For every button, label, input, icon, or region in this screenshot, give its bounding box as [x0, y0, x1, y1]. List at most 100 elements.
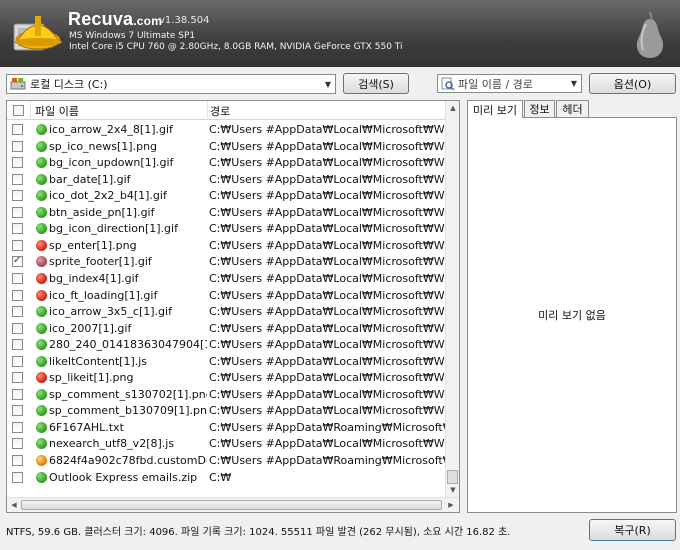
table-row[interactable]: sp_enter[1].png C:₩Users #AppData₩Local₩M… — [7, 237, 445, 254]
file-name: ico_arrow_3x5_c[1].gif — [49, 305, 172, 319]
table-row[interactable]: sprite_footer[1].gif C:₩Users #AppData₩Lo… — [7, 253, 445, 270]
row-checkbox[interactable] — [12, 289, 23, 301]
table-row[interactable]: bg_icon_direction[1].gif C:₩Users #AppDat… — [7, 220, 445, 237]
row-checkbox[interactable] — [12, 124, 23, 135]
recovery-state-icon — [36, 190, 47, 202]
row-checkbox[interactable] — [12, 355, 23, 367]
filter-input[interactable]: 파일 이름 / 경로 — [458, 76, 567, 92]
recovery-state-icon — [36, 339, 47, 351]
table-row[interactable]: bg_index4[1].gif C:₩Users #AppData₩Local₩… — [7, 270, 445, 287]
scroll-up-icon[interactable]: ▲ — [446, 101, 460, 115]
table-row[interactable]: ico_arrow_2x4_8[1].gif C:₩Users #AppData₩… — [7, 121, 445, 138]
row-checkbox[interactable] — [12, 239, 23, 251]
table-row[interactable]: sp_likeit[1].png C:₩Users #AppData₩Local₩… — [7, 369, 445, 386]
recover-button[interactable]: 복구(R) — [589, 519, 676, 541]
select-all-checkbox[interactable] — [13, 105, 24, 116]
table-row[interactable]: likeItContent[1].js C:₩Users #AppData₩Loc… — [7, 353, 445, 370]
file-name: sp_enter[1].png — [49, 238, 137, 252]
chevron-down-icon[interactable]: ▼ — [321, 75, 335, 93]
recovery-state-icon — [36, 157, 47, 169]
file-path: C:₩Users #AppData₩Local₩Microsoft₩Windo — [209, 404, 445, 418]
file-path: C:₩Users #AppData₩Roaming₩Microsoft₩Wi — [209, 420, 445, 434]
file-name: bg_index4[1].gif — [49, 271, 139, 285]
row-checkbox[interactable] — [12, 471, 23, 483]
recovery-state-icon — [36, 272, 47, 284]
row-checkbox[interactable] — [12, 272, 23, 284]
table-row[interactable]: 280_240_01418363047904[1]...C:₩Users #Ap… — [7, 336, 445, 353]
scan-button[interactable]: 검색(S) — [343, 73, 409, 94]
col-header-name[interactable]: 파일 이름 — [31, 101, 208, 120]
tab-preview[interactable]: 미리 보기 — [467, 100, 523, 118]
file-path: C:₩Users #AppData₩Local₩Microsoft₩Windo — [209, 123, 445, 136]
file-path: C:₩Users #AppData₩Local₩Microsoft₩Windo — [209, 156, 445, 170]
file-path: C:₩Users #AppData₩Local₩Microsoft₩Windo — [209, 354, 445, 368]
row-checkbox[interactable] — [12, 322, 23, 334]
options-button[interactable]: 옵션(O) — [589, 73, 676, 94]
file-name: bg_icon_updown[1].gif — [49, 156, 174, 170]
os-info: MS Windows 7 Ultimate SP1 — [69, 31, 196, 41]
scrollbar-thumb[interactable] — [447, 470, 458, 484]
table-row[interactable]: 6F167AHL.txt C:₩Users #AppData₩Roaming₩Mi… — [7, 419, 445, 436]
row-checkbox[interactable] — [12, 306, 23, 318]
row-checkbox[interactable] — [12, 157, 23, 169]
vertical-scrollbar[interactable]: ▲ ▼ — [445, 101, 459, 497]
row-checkbox[interactable] — [12, 455, 23, 466]
no-preview-text: 미리 보기 없음 — [538, 309, 606, 322]
recovery-state-icon — [36, 438, 47, 450]
row-checkbox[interactable] — [12, 438, 23, 450]
table-row[interactable]: nexearch_utf8_v2[8].js C:₩Users #AppData₩… — [7, 435, 445, 452]
table-row[interactable]: bar_date[1].gif C:₩Users #AppData₩Local₩M… — [7, 171, 445, 188]
file-path: C:₩Users #AppData₩Local₩Microsoft₩Windo — [209, 189, 445, 203]
row-checkbox[interactable] — [12, 190, 23, 202]
row-checkbox[interactable] — [12, 173, 23, 185]
file-name: sp_comment_b130709[1].png — [49, 404, 207, 418]
app-name-text: Recuva — [68, 9, 134, 29]
table-row[interactable]: ico_dot_2x2_b4[1].gif C:₩Users #AppData₩L… — [7, 187, 445, 204]
file-path: C:₩Users #AppData₩Local₩Microsoft₩Windo — [209, 222, 445, 236]
row-checkbox[interactable] — [12, 372, 23, 384]
row-checkbox[interactable] — [12, 255, 23, 268]
row-checkbox[interactable] — [12, 388, 23, 400]
scroll-left-icon[interactable]: ◀ — [7, 498, 21, 512]
recovery-state-icon — [36, 306, 47, 318]
file-name: sp_ico_news[1].png — [49, 139, 158, 153]
table-row[interactable]: 6824f4a902c78fbd.customDes...C:₩Users #A… — [7, 452, 445, 469]
file-path: C:₩Users #AppData₩Local₩Microsoft₩Windo — [209, 437, 445, 451]
table-row[interactable]: ico_ft_loading[1].gif C:₩Users #AppData₩L… — [7, 287, 445, 304]
table-row[interactable]: ico_2007[1].gif C:₩Users #AppData₩Local₩M… — [7, 320, 445, 337]
table-row[interactable]: Outlook Express emails.zip C:₩ — [7, 469, 445, 486]
tab-info[interactable]: 정보 — [524, 100, 555, 117]
table-row[interactable]: sp_comment_b130709[1].png C:₩Users #AppDa… — [7, 402, 445, 419]
table-row[interactable]: bg_icon_updown[1].gif C:₩Users #AppData₩L… — [7, 154, 445, 171]
file-name: 280_240_01418363047904[1]... — [49, 338, 207, 352]
file-path: C:₩Users #AppData₩Local₩Microsoft₩Windo — [209, 255, 445, 269]
row-checkbox[interactable] — [12, 339, 23, 351]
list-header: 파일 이름 경로 — [7, 101, 445, 120]
preview-panel: 미리 보기 정보 헤더 미리 보기 없음 — [467, 100, 677, 513]
scroll-down-icon[interactable]: ▼ — [446, 483, 460, 497]
row-checkbox[interactable] — [12, 421, 23, 433]
table-row[interactable]: ico_arrow_3x5_c[1].gif C:₩Users #AppData₩… — [7, 303, 445, 320]
recovery-state-icon — [36, 388, 47, 400]
hardware-info: Intel Core i5 CPU 760 @ 2.80GHz, 8.0GB R… — [69, 42, 403, 52]
table-row[interactable]: sp_ico_news[1].png C:₩Users #AppData₩Loca… — [7, 138, 445, 155]
filter-select[interactable]: 파일 이름 / 경로 ▼ — [437, 74, 582, 93]
file-name: Outlook Express emails.zip — [49, 470, 198, 484]
row-checkbox[interactable] — [12, 405, 23, 417]
table-row[interactable]: btn_aside_pn[1].gif C:₩Users #AppData₩Loc… — [7, 204, 445, 221]
table-row[interactable]: sp_comment_s130702[1].png C:₩Users #AppDa… — [7, 386, 445, 403]
tab-header[interactable]: 헤더 — [556, 100, 589, 117]
chevron-down-icon[interactable]: ▼ — [567, 75, 581, 93]
col-header-path[interactable]: 경로 — [208, 101, 445, 120]
recovery-state-icon — [36, 471, 47, 483]
drive-select[interactable]: 로컬 디스크 (C:) ▼ — [6, 74, 336, 94]
row-checkbox[interactable] — [12, 206, 23, 218]
row-checkbox[interactable] — [12, 140, 23, 152]
recovery-state-icon — [36, 355, 47, 367]
filter-search-icon — [441, 77, 455, 91]
recovery-state-icon — [36, 372, 47, 384]
horizontal-scrollbar[interactable]: ◀ ▶ — [7, 497, 459, 512]
row-checkbox[interactable] — [12, 223, 23, 235]
scroll-right-icon[interactable]: ▶ — [444, 498, 458, 512]
hscrollbar-thumb[interactable] — [21, 500, 442, 510]
